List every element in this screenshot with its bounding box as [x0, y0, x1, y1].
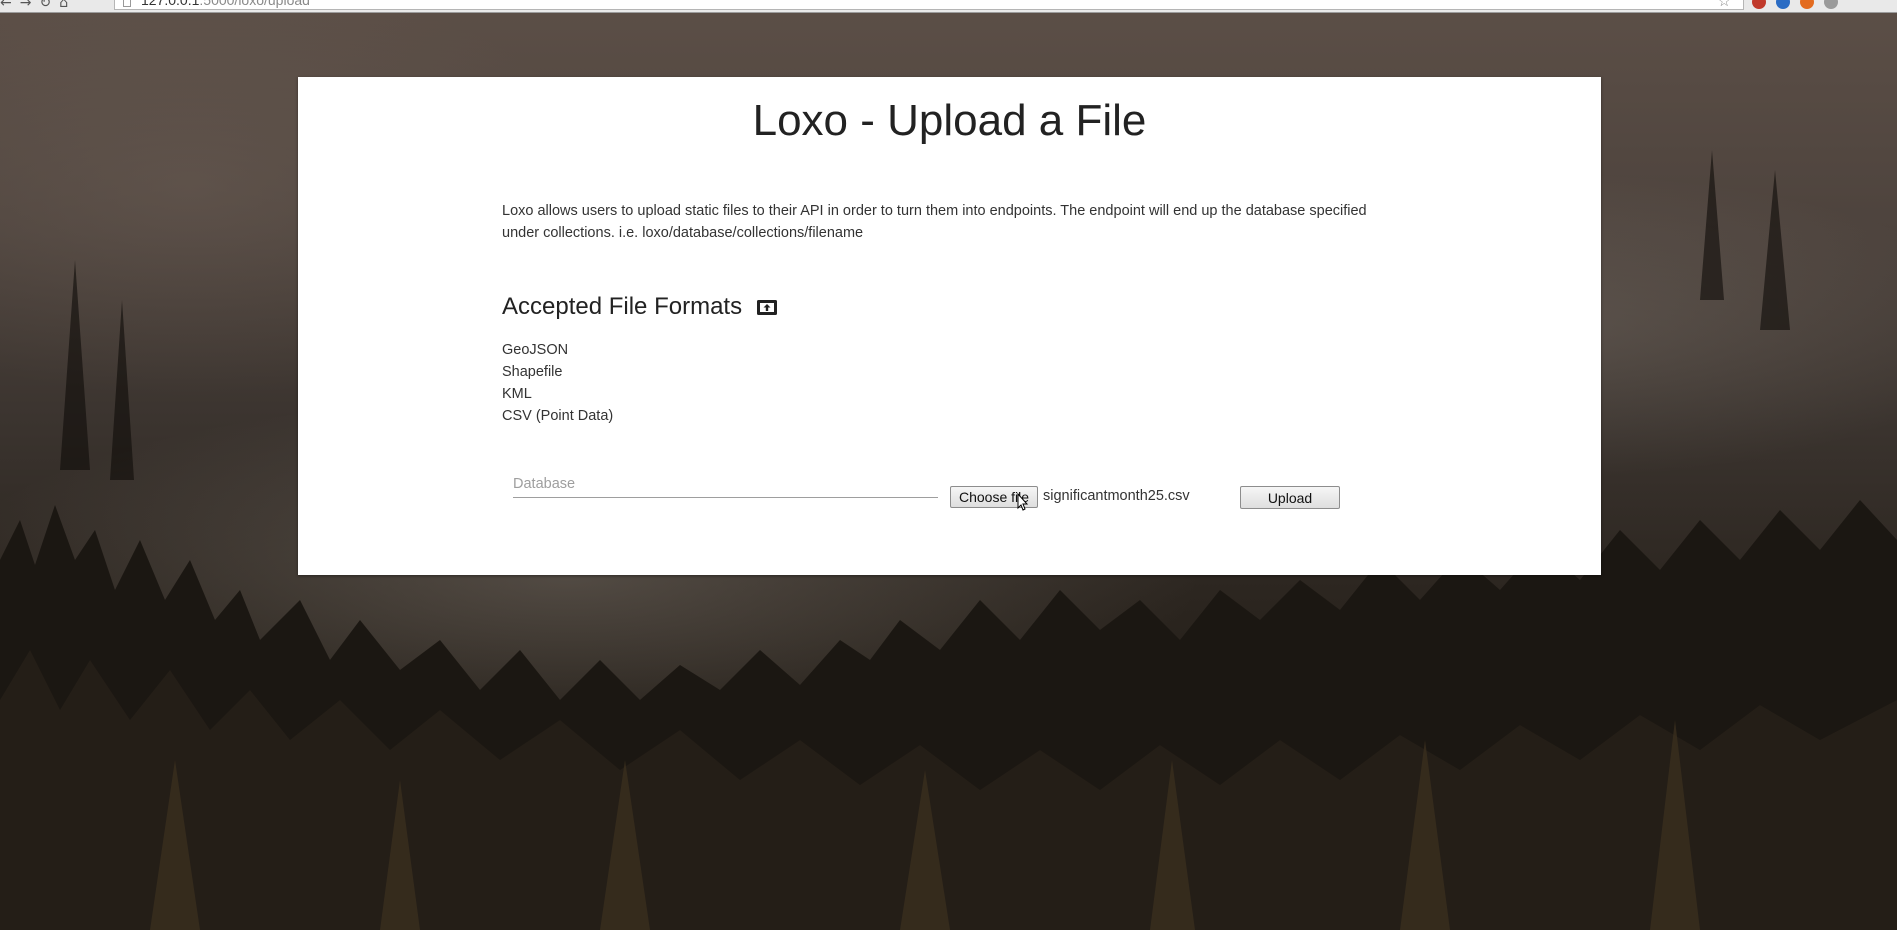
browser-toolbar: ←→↻⌂ 127.0.0.1:5000/loxo/upload ☆ [0, 0, 1897, 13]
mouse-cursor-icon [1017, 493, 1029, 511]
formats-heading: Accepted File Formats [502, 293, 778, 321]
upload-button[interactable]: Upload [1240, 486, 1340, 509]
formats-heading-label: Accepted File Formats [502, 293, 743, 320]
upload-box-icon [756, 296, 778, 318]
home-icon[interactable]: ⌂ [59, 0, 76, 11]
intro-text: Loxo allows users to upload static files… [502, 203, 1367, 241]
database-field[interactable] [513, 471, 938, 498]
page-icon [123, 0, 131, 7]
forward-icon[interactable]: → [20, 0, 40, 11]
list-item: CSV (Point Data) [502, 408, 614, 424]
url-text: 127.0.0.1:5000/loxo/upload [141, 0, 310, 8]
upload-card: Loxo - Upload a File Loxo allows users t… [298, 77, 1601, 575]
list-item: KML [502, 386, 532, 402]
extension-icon[interactable] [1800, 0, 1814, 9]
reload-icon[interactable]: ↻ [39, 0, 59, 11]
back-icon[interactable]: ← [0, 0, 20, 11]
extension-icon[interactable] [1824, 0, 1838, 9]
list-item: Shapefile [502, 364, 563, 380]
browser-nav-icons[interactable]: ←→↻⌂ [0, 0, 76, 11]
extension-icon[interactable] [1776, 0, 1790, 9]
adblock-extension-icon[interactable] [1752, 0, 1766, 9]
bookmark-star-icon[interactable]: ☆ [1718, 0, 1731, 10]
selected-file-name: significantmonth25.csv [1043, 488, 1190, 504]
page-title: Loxo - Upload a File [752, 96, 1147, 145]
address-bar[interactable]: 127.0.0.1:5000/loxo/upload ☆ [114, 0, 1744, 10]
formats-list: GeoJSON Shapefile KML CSV (Point Data) [502, 339, 613, 427]
extension-icons [1752, 0, 1838, 9]
list-item: GeoJSON [502, 342, 569, 358]
